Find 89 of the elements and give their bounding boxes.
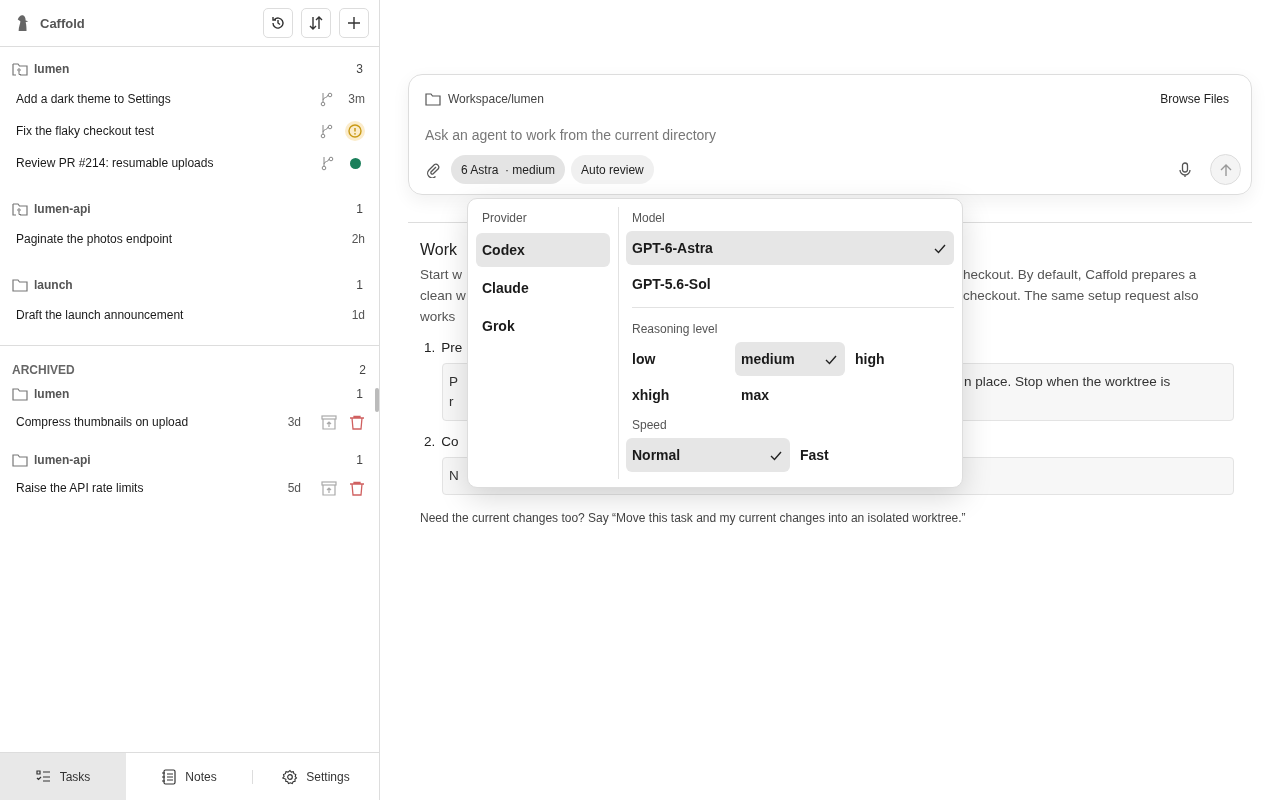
- step-number: 2.: [424, 434, 436, 449]
- menu-option[interactable]: Fast: [794, 438, 894, 472]
- trash-icon[interactable]: [349, 414, 365, 430]
- column-label: Provider: [481, 210, 528, 227]
- directory-path: Workspace/lumen: [448, 92, 545, 106]
- unarchive-icon[interactable]: [321, 480, 337, 496]
- checkmark-icon: [825, 353, 837, 365]
- paragraph-text: heckout. By default, Caffold prepares a: [963, 266, 1198, 284]
- code-text: N: [449, 467, 459, 485]
- folder-icon: [425, 92, 441, 106]
- menu-option[interactable]: Claude: [476, 271, 610, 305]
- column-label: Model: [631, 210, 666, 227]
- step-number: 1.: [424, 340, 436, 355]
- trash-icon[interactable]: [349, 480, 365, 496]
- repository-folder-icon: [12, 62, 28, 76]
- step-text: Co: [441, 434, 459, 449]
- task-title[interactable]: Paginate the photos endpoint: [16, 232, 333, 246]
- step-text: Pre: [441, 340, 463, 355]
- sort-icon: [308, 15, 324, 31]
- checkmark-icon: [934, 242, 946, 254]
- task-time: 3m: [347, 92, 365, 106]
- model-chip[interactable]: 6 Astra · medium: [451, 155, 566, 184]
- section-label: Speed: [631, 417, 668, 434]
- task-time: 1d: [350, 308, 365, 322]
- task-count: 1: [356, 387, 363, 401]
- menu-option[interactable]: Grok: [476, 309, 610, 343]
- history-button[interactable]: [263, 8, 293, 38]
- menu-option[interactable]: xhigh: [626, 378, 731, 412]
- menu-option[interactable]: high: [849, 342, 949, 376]
- paragraph-text: clean w: [420, 288, 466, 303]
- review-chip[interactable]: Auto review: [571, 155, 654, 184]
- code-text: r: [449, 393, 454, 411]
- hint-text: Need the current changes too? Say “Move this task and my current changes into an isolated worktree.”: [420, 511, 967, 525]
- task-count: 2: [359, 363, 366, 377]
- project-name[interactable]: lumen: [34, 387, 351, 401]
- paragraph-text: checkout. The same setup request also: [963, 287, 1200, 305]
- app-title: Caffold: [40, 15, 86, 31]
- task-title[interactable]: Review PR #214: resumable uploads: [16, 156, 308, 170]
- section-heading: Work: [420, 241, 458, 258]
- folder-icon: [12, 453, 28, 467]
- settings-icon: [282, 768, 299, 785]
- task-count: 1: [356, 278, 363, 292]
- browse-files-button[interactable]: Browse Files: [1160, 92, 1241, 106]
- folder-icon: [12, 278, 28, 292]
- code-text: P: [449, 373, 458, 391]
- project-name[interactable]: launch: [34, 278, 351, 292]
- task-time: 3d: [286, 415, 301, 429]
- checkmark-icon: [770, 449, 782, 461]
- paragraph-text: works: [420, 309, 456, 324]
- task-time: 2h: [350, 232, 365, 246]
- plus-icon: [346, 15, 362, 31]
- notebook-icon: [161, 768, 178, 785]
- unarchive-icon[interactable]: [321, 414, 337, 430]
- new-task-button[interactable]: [339, 8, 369, 38]
- menu-option[interactable]: Codex: [476, 233, 610, 267]
- project-name[interactable]: lumen: [34, 62, 351, 76]
- section-label: ARCHIVED: [12, 363, 75, 377]
- task-title[interactable]: Draft the launch announcement: [16, 308, 333, 322]
- menu-option[interactable]: medium: [735, 342, 845, 376]
- microphone-icon[interactable]: [1178, 161, 1192, 178]
- task-count: 3: [356, 62, 363, 76]
- code-text: n place. Stop when the worktree is: [964, 373, 1172, 391]
- menu-option[interactable]: max: [735, 378, 845, 412]
- task-count: 1: [356, 453, 363, 467]
- task-title[interactable]: Compress thumbnails on upload: [16, 415, 269, 429]
- paperclip-icon[interactable]: [425, 161, 441, 178]
- project-name[interactable]: lumen-api: [34, 453, 351, 467]
- task-title[interactable]: Raise the API rate limits: [16, 481, 269, 495]
- menu-option[interactable]: low: [626, 342, 731, 376]
- menu-option[interactable]: Normal: [626, 438, 790, 472]
- repository-folder-icon: [12, 202, 28, 216]
- sort-button[interactable]: [301, 8, 331, 38]
- nav-tab[interactable]: Tasks: [0, 752, 126, 800]
- send-button[interactable]: [1210, 154, 1241, 185]
- checklist-icon: [35, 768, 52, 785]
- scrollbar-thumb[interactable]: [375, 388, 379, 412]
- menu-option[interactable]: GPT-5.6-Sol: [626, 267, 954, 301]
- task-title[interactable]: Fix the flaky checkout test: [16, 124, 307, 138]
- task-title[interactable]: Add a dark theme to Settings: [16, 92, 307, 106]
- project-name[interactable]: lumen-api: [34, 202, 351, 216]
- warning-icon: [345, 121, 365, 141]
- paragraph-text: Start w: [420, 267, 462, 282]
- folder-icon: [12, 387, 28, 401]
- arrow-up-icon: [1218, 162, 1233, 177]
- menu-option[interactable]: GPT-6-Astra: [626, 231, 954, 265]
- history-icon: [270, 15, 286, 31]
- task-time: 5d: [286, 481, 301, 495]
- task-count: 1: [356, 202, 363, 216]
- section-label: Reasoning level: [631, 321, 719, 338]
